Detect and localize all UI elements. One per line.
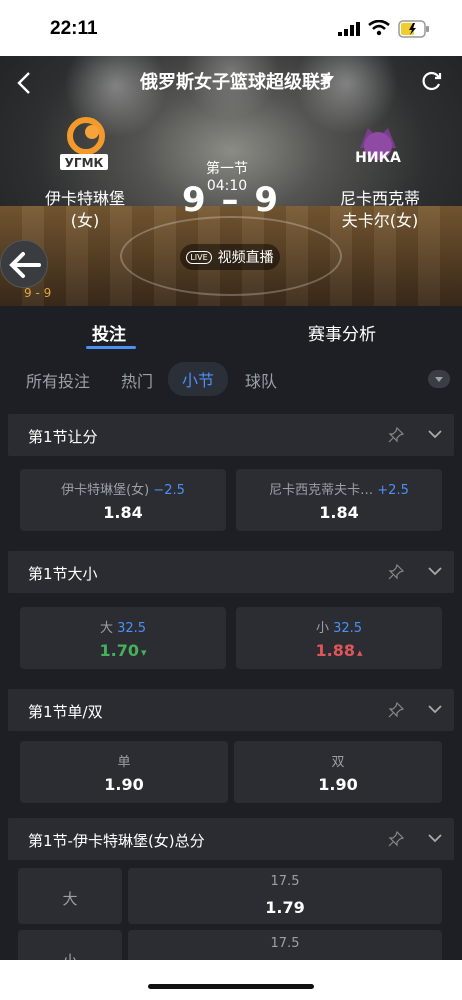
chevron-down-icon[interactable] [428,704,442,714]
home-team-name: 伊卡特琳堡(女) [44,189,125,230]
status-time: 22:11 [50,18,98,39]
section-title: 第1节单/双 [28,703,103,721]
away-team-name: 尼卡西克蒂 夫卡尔(女) [339,189,420,230]
pin-icon[interactable] [388,564,404,580]
odds-value: 1.90 [104,775,144,794]
score-home: 9 [181,180,208,220]
odds-button[interactable]: 17.5 1.79 [128,868,442,924]
side-label: 大 [62,890,78,908]
home-indicator[interactable] [148,984,314,989]
option-line: 32.5 [333,621,363,636]
option-line: 17.5 [270,936,300,951]
chevron-down-icon[interactable] [428,429,442,439]
away-logo-text: НИКА [355,150,401,166]
odds-value: 1.84 [319,503,359,522]
filter-team[interactable]: 球队 [245,368,277,392]
pin-icon[interactable] [388,427,404,443]
option-label: 小 [315,621,329,636]
period-label: 第一节 [206,161,248,177]
odds-button[interactable]: 双 1.90 [234,741,442,803]
odds-button[interactable]: 伊卡特琳堡(女) −2.5 1.84 [20,469,226,531]
tab-bets[interactable]: 投注 [92,320,126,345]
option-line: −2.5 [153,483,185,498]
match-header: 俄罗斯女子篮球超级联赛 УГМК НИКА 伊卡特琳堡(女) 尼卡西克蒂 夫卡尔… [0,56,462,306]
bet-filters: 所有投注 热门 小节 球队 [0,356,462,406]
status-bar: 22:11 [0,0,462,56]
tab-underline [86,346,136,349]
option-line: +2.5 [377,483,409,498]
section-title: 第1节-伊卡特琳堡(女)总分 [28,832,205,850]
odds-button[interactable]: 大 32.5 1.70 ▾ [20,607,226,669]
section-header-total[interactable]: 第1节大小 [8,551,454,593]
filter-all[interactable]: 所有投注 [26,368,90,392]
odds-value: 1.88 [315,641,355,660]
section-header-team-total[interactable]: 第1节-伊卡特琳堡(女)总分 [8,818,454,860]
option-label: 伊卡特琳堡(女) [61,483,150,498]
filter-quarter[interactable]: 小节 [168,362,229,396]
pin-icon[interactable] [388,702,404,718]
odds-button[interactable]: 小 32.5 1.88 ▴ [236,607,442,669]
option-label: 大 [99,621,113,636]
pin-icon[interactable] [388,831,404,847]
odds-value: 1.79 [265,898,305,917]
wifi-icon [368,20,390,36]
chevron-down-icon[interactable] [428,833,442,843]
odds-button[interactable]: 尼卡西克蒂夫卡… +2.5 1.84 [236,469,442,531]
live-stream-button[interactable]: LIVE 视频直播 [180,244,280,270]
float-back-button[interactable] [0,240,48,288]
live-stream-label: 视频直播 [217,250,274,266]
cellular-signal-icon [338,22,360,36]
filter-expand-button[interactable] [428,370,450,388]
tab-analysis[interactable]: 赛事分析 [308,320,376,345]
section-title: 第1节大小 [28,565,98,583]
option-label: 单 [117,755,131,770]
caret-down-icon [435,377,443,382]
refresh-icon[interactable] [421,70,443,92]
league-title[interactable]: 俄罗斯女子篮球超级联赛 [140,68,330,94]
arrow-left-icon [9,252,41,278]
score-away: 9 [254,180,281,220]
mini-score: 9 - 9 [24,286,52,300]
match-score: 9 – 9 [181,180,281,220]
section-header-odd-even[interactable]: 第1节单/双 [8,689,454,731]
option-label: 双 [331,755,345,770]
odds-value: 1.84 [103,503,143,522]
section-header-handicap[interactable]: 第1节让分 [8,414,454,456]
option-label: 尼卡西克蒂夫卡… [269,483,374,498]
battery-icon [398,20,429,38]
section-title: 第1节让分 [28,428,98,446]
row-side-label: 大 [18,868,122,924]
odds-value: 1.90 [318,775,358,794]
odds-button[interactable]: 单 1.90 [20,741,228,803]
chevron-down-icon[interactable] [428,566,442,576]
trend-down-icon: ▾ [140,646,147,659]
home-indicator-area [0,960,462,1000]
back-chevron-icon[interactable] [12,70,38,96]
live-badge: LIVE [186,250,212,264]
home-team-logo: УГМК [60,117,108,170]
home-logo-text: УГМК [65,156,104,170]
option-line: 32.5 [117,621,147,636]
filter-hot[interactable]: 热门 [121,368,153,392]
caret-down-icon[interactable] [322,76,334,84]
odds-value: 1.70 [99,641,139,660]
main-tabs: 投注 赛事分析 [0,306,462,354]
trend-up-icon: ▴ [356,646,363,659]
option-line: 17.5 [270,874,300,889]
away-team-logo: НИКА [355,128,401,166]
